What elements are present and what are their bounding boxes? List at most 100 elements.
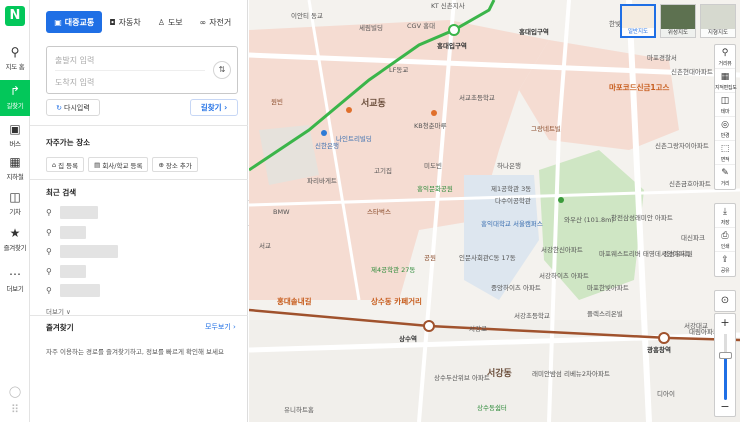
tool-label: 거리뷰	[718, 61, 732, 67]
tab-walk[interactable]: ♙ 도보	[148, 11, 193, 33]
radius-button[interactable]: ◎ 반경	[715, 117, 735, 141]
zoom-out-button[interactable]: −	[715, 399, 735, 415]
tool-label: 공유	[720, 268, 730, 274]
swap-icon[interactable]: ⇅	[213, 61, 231, 79]
map-pin-icon: ⚲	[10, 45, 20, 59]
map-layer-switch: 일반지도 위성지도 지형지도	[620, 4, 736, 38]
map-label: 서강한신아파트	[541, 246, 583, 254]
station-marker[interactable]	[448, 24, 460, 36]
register-home-button[interactable]: ⌂ 집 등록	[46, 157, 85, 172]
station-marker[interactable]	[423, 320, 435, 332]
list-item[interactable]: ⚲	[46, 223, 238, 243]
rail-item-directions[interactable]: ↱ 길찾기	[0, 80, 30, 116]
map-canvas[interactable]: KT 신촌지사 이안티 동교 세림빌딩 CGV 홍대 LF동교 홍대입구역 홍대…	[249, 0, 740, 422]
poi-marker[interactable]	[321, 130, 327, 136]
destination-input[interactable]	[55, 72, 205, 92]
station-marker[interactable]	[658, 332, 670, 344]
map-graphics	[249, 0, 740, 422]
cadastral-map-button[interactable]: ▦ 지적편집도	[715, 69, 737, 93]
map-label: 제1공학관 3동	[491, 185, 532, 193]
add-place-button[interactable]: ⊕ 장소 추가	[152, 157, 198, 172]
location-pin-icon: ⚲	[46, 208, 52, 218]
map-label: 서교	[259, 242, 271, 250]
rail-item-label: 지하철	[6, 173, 24, 181]
map-tools-secondary: ⤓ 저장 ⎙ 인쇄 ⇪ 공유	[714, 203, 736, 277]
map-label: 중앙하이츠 아파트	[491, 284, 541, 292]
rail-item-bus[interactable]: ▣ 버스	[0, 118, 30, 154]
map-label: 홍익문화공원	[417, 185, 453, 193]
map-label: 창전삼성래미안 아파트	[611, 214, 673, 222]
save-button[interactable]: ⤓ 저장	[715, 204, 735, 228]
location-pin-icon: ⚲	[46, 286, 52, 296]
tool-label: 지적편집도	[715, 85, 737, 91]
tab-bike[interactable]: ∞ 자전거	[193, 11, 238, 33]
frequent-places-title: 자주가는 장소	[46, 138, 91, 147]
poi-marker[interactable]	[431, 110, 437, 116]
list-item[interactable]: ⚲	[46, 203, 238, 223]
user-icon[interactable]: ◯	[7, 384, 23, 400]
distance-button[interactable]: ✎ 거리	[715, 165, 735, 189]
map-label: 인문사회관C동 17동	[459, 254, 516, 262]
office-icon: ▤	[94, 160, 101, 169]
rail-item-map-home[interactable]: ⚲ 지도 홈	[0, 41, 30, 77]
map-label: 홍익대학교 서울캠퍼스	[481, 220, 543, 228]
map-label: 유니하트홈	[284, 406, 314, 414]
rail-item-label: 지도 홈	[5, 63, 25, 71]
find-route-button[interactable]: 길찾기 ›	[190, 99, 238, 116]
station-label: 홍대입구역	[437, 42, 467, 50]
theme-button[interactable]: ◫ 테마	[715, 93, 735, 117]
share-icon: ⇪	[721, 255, 729, 265]
naver-logo[interactable]: N	[5, 6, 25, 26]
apps-grid-icon[interactable]: ⠿	[7, 402, 23, 418]
register-office-button[interactable]: ▤ 회사/학교 등록	[88, 157, 149, 172]
map-label: 파리바게트	[307, 177, 337, 185]
street-view-button[interactable]: ⚲ 거리뷰	[715, 45, 735, 69]
map-label: 다수이공학관	[495, 197, 531, 205]
rail-item-label: 버스	[9, 140, 21, 148]
poi-marker[interactable]	[346, 107, 352, 113]
list-item[interactable]: ⚲	[46, 242, 238, 262]
map-label: BMW	[273, 208, 290, 216]
reenter-label: 다시입력	[64, 103, 90, 112]
rail-item-train[interactable]: ◫ 기차	[0, 186, 30, 222]
share-button[interactable]: ⇪ 공유	[715, 252, 735, 276]
tab-transit[interactable]: ▣ 대중교통	[46, 11, 103, 33]
list-item[interactable]: ⚲	[46, 262, 238, 282]
layer-satellite-map[interactable]: 위성지도	[660, 4, 696, 38]
origin-input[interactable]	[55, 50, 205, 70]
favorites-view-all-link[interactable]: 모두보기 ›	[205, 322, 236, 332]
map-label: 원빈	[271, 98, 283, 106]
map-label: 정성유치원	[663, 250, 693, 258]
list-item[interactable]: ⚲	[46, 281, 238, 301]
map-label: 신촌그랑자이아파트	[655, 142, 709, 150]
area-button[interactable]: ⬚ 면적	[715, 141, 735, 165]
district-label: 서강동	[487, 369, 512, 379]
location-pin-icon: ⚲	[46, 227, 52, 237]
tool-label: 반경	[720, 133, 730, 139]
recent-search-title: 최근 검색	[46, 188, 77, 197]
redacted-text	[60, 206, 98, 220]
rail-item-more[interactable]: ⋯ 더보기	[0, 263, 30, 299]
tab-car[interactable]: ◘ 자동차	[102, 11, 147, 33]
poi-marker[interactable]	[558, 197, 564, 203]
layer-terrain-map[interactable]: 지형지도	[700, 4, 736, 38]
tab-label: 대중교통	[64, 17, 95, 27]
zoom-slider-handle[interactable]	[719, 352, 732, 359]
tool-label: 면적	[720, 157, 730, 163]
map-label: 세림빌딩	[359, 24, 383, 32]
reenter-button[interactable]: ↻ 다시입력	[46, 99, 100, 116]
zoom-in-button[interactable]: +	[715, 315, 735, 331]
map-label: 서강하이츠 아파트	[539, 272, 589, 280]
rail-item-subway[interactable]: ▦ 지하철	[0, 151, 30, 187]
redacted-text	[60, 225, 86, 239]
print-button[interactable]: ⎙ 인쇄	[715, 228, 735, 252]
route-icon: ↱	[9, 84, 21, 98]
layer-normal-map[interactable]: 일반지도	[620, 4, 656, 38]
map-label: 와우산 (101.8m)	[564, 216, 615, 224]
layer-label: 위성지도	[661, 29, 695, 37]
my-location-icon[interactable]: ⊙	[714, 290, 736, 312]
map-label: KT 신촌지사	[431, 2, 465, 10]
rail-item-favorites[interactable]: ★ 즐겨찾기	[0, 222, 30, 258]
district-label: 서교동	[361, 99, 386, 109]
map-label: 래미안밤섬 리베뉴2차아파트	[532, 370, 610, 378]
